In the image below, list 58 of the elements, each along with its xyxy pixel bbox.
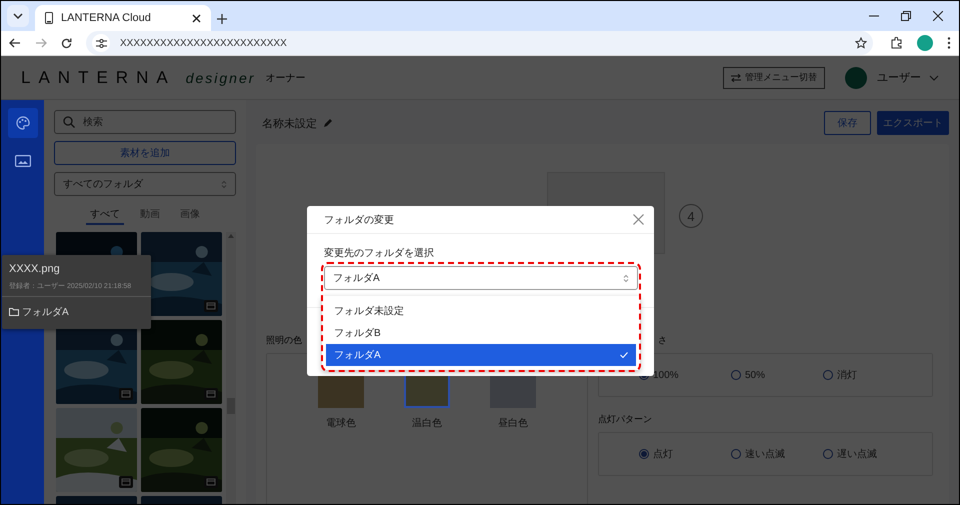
check-icon	[620, 352, 628, 358]
document-title: 名称未設定	[262, 116, 317, 130]
chevron-down-icon	[13, 13, 23, 19]
palette-icon	[16, 116, 30, 130]
puzzle-icon[interactable]	[891, 37, 903, 49]
new-tab-button[interactable]	[217, 14, 227, 24]
folder-select[interactable]: すべてのフォルダ	[54, 172, 236, 196]
site-settings-icon[interactable]	[96, 38, 106, 48]
filter-tab[interactable]: すべて	[86, 205, 124, 225]
updown-arrows-icon	[221, 180, 227, 188]
section-label: 点灯パターン	[598, 413, 653, 426]
file-name: XXXX.png	[8, 262, 61, 277]
user-menu[interactable]: ユーザー	[877, 70, 939, 85]
url-text: XXXXXXXXXXXXXXXXXXXXXXXXX	[120, 38, 288, 48]
palette-tab[interactable]	[8, 108, 38, 138]
back-icon[interactable]	[9, 38, 21, 48]
dialog-title: フォルダの変更	[324, 214, 394, 226]
export-button[interactable]: エクスポート	[877, 111, 949, 135]
tab-list-button[interactable]	[7, 5, 29, 27]
address-bar[interactable]: XXXXXXXXXXXXXXXXXXXXXXXXX	[86, 31, 873, 55]
switch-menu-button[interactable]: 管理メニュー切替	[723, 66, 825, 88]
radio-option[interactable]: 50%	[731, 370, 823, 380]
radio-option[interactable]: 速い点滅	[731, 447, 823, 461]
image-icon	[14, 155, 30, 167]
tab-title: LANTERNA Cloud	[61, 12, 152, 24]
swap-arrows-icon	[731, 74, 741, 82]
menu-icon[interactable]	[947, 37, 951, 49]
close-icon	[633, 214, 644, 225]
folder-select[interactable]: フォルダA	[324, 266, 638, 290]
dropdown-option[interactable]: フォルダA	[326, 344, 636, 366]
logo-subtitle: designer	[186, 70, 256, 86]
search-input[interactable]: 検索	[83, 111, 227, 133]
radio-option[interactable]: 点灯	[639, 447, 731, 461]
section-label: さ	[657, 334, 668, 347]
browser-tab[interactable]: LANTERNA Cloud	[35, 5, 211, 31]
restore-icon[interactable]	[901, 11, 911, 21]
updown-arrows-icon	[623, 274, 629, 282]
search-icon	[63, 116, 75, 128]
field-label: 変更先のフォルダを選択	[324, 246, 435, 260]
folder-icon	[9, 308, 19, 316]
folder-name: フォルダA	[22, 306, 69, 319]
plus-icon	[217, 14, 227, 24]
close-icon[interactable]	[192, 14, 201, 22]
close-icon[interactable]	[933, 11, 943, 21]
scroll-up-icon	[228, 234, 234, 238]
profile-avatar[interactable]	[917, 35, 933, 51]
add-material-button[interactable]: 素材を追加	[54, 141, 236, 165]
close-button[interactable]	[633, 214, 644, 225]
phone-icon	[45, 12, 53, 24]
star-icon[interactable]	[855, 37, 867, 49]
search-field[interactable]: 検索	[54, 110, 236, 134]
chevron-down-icon	[929, 74, 939, 80]
radio-option[interactable]: 遅い点滅	[823, 447, 915, 461]
save-button[interactable]: 保存	[824, 111, 871, 135]
reload-icon[interactable]	[61, 38, 72, 48]
role-label: オーナー	[265, 72, 306, 84]
logo-text: LANTERNA	[21, 68, 176, 88]
radio-option[interactable]: 消灯	[823, 368, 915, 382]
